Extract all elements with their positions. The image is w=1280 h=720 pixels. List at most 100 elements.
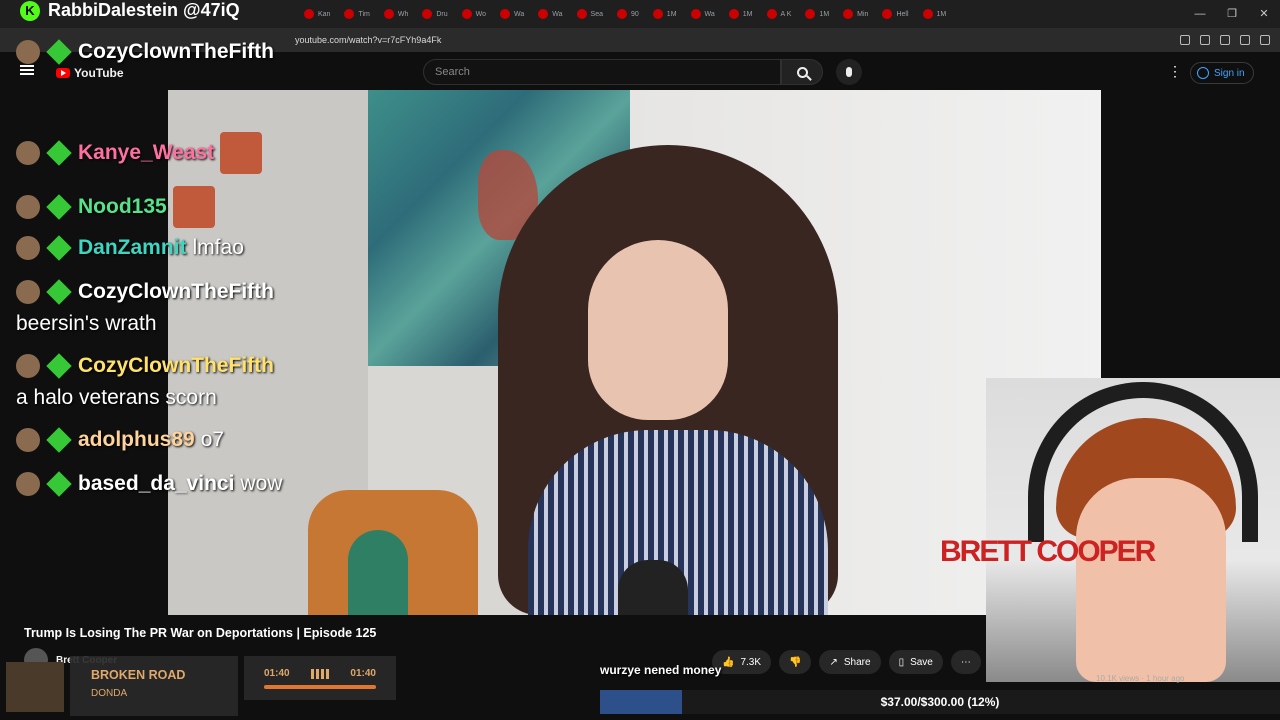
browser-tab[interactable]: Kan <box>300 3 334 25</box>
menu-icon[interactable] <box>20 65 34 75</box>
chat-username: Nood135 <box>78 195 167 218</box>
tab-favicon-icon <box>690 9 701 19</box>
browser-tab[interactable]: Wa <box>534 3 566 25</box>
tab-label: 90 <box>631 10 639 18</box>
album-art <box>6 662 64 712</box>
chat-message: DanZamnit lmfao <box>16 235 244 261</box>
tab-favicon-icon <box>304 9 314 19</box>
like-count: 7.3K <box>740 656 762 668</box>
more-actions-button[interactable]: ⋯ <box>950 650 981 674</box>
share-button[interactable]: ↗ Share <box>819 650 881 674</box>
chat-message: adolphus89 o7 <box>16 427 224 453</box>
video-title: Trump Is Losing The PR War on Deportatio… <box>24 626 377 640</box>
thumbs-down-icon: 👎 <box>789 656 802 668</box>
chat-avatar <box>16 280 40 304</box>
playback-progress-bar <box>264 685 376 689</box>
tab-label: Wh <box>397 10 409 18</box>
extension-icon[interactable] <box>1180 35 1190 45</box>
share-label: Share <box>843 656 871 668</box>
extension-icon[interactable] <box>1260 35 1270 45</box>
tab-label: 1M <box>666 10 677 18</box>
more-icon: ⋯ <box>960 656 971 668</box>
host-face <box>588 240 728 420</box>
minimize-button[interactable]: — <box>1184 0 1216 28</box>
subscriber-badge-icon <box>46 471 72 497</box>
donation-goal-text: $37.00/$300.00 (12%) <box>880 695 1000 709</box>
browser-tab[interactable]: Sea <box>573 3 607 25</box>
search-button[interactable] <box>781 59 823 85</box>
tab-favicon-icon <box>617 9 627 19</box>
chat-username: CozyClownTheFifth <box>78 280 274 303</box>
youtube-logo[interactable]: YouTube <box>56 66 124 80</box>
tab-label: Dru <box>436 10 448 18</box>
browser-tab[interactable]: 1M <box>649 3 681 25</box>
account-icon <box>1197 67 1209 79</box>
voice-search-button[interactable] <box>836 59 862 85</box>
chat-avatar <box>16 428 40 452</box>
chat-message: Kanye_Weast <box>16 132 263 174</box>
chat-message-text: wow <box>240 472 283 495</box>
chat-message: based_da_vinci wow <box>16 471 283 497</box>
tab-favicon-icon <box>882 9 893 19</box>
maximize-button[interactable]: ❐ <box>1216 0 1248 28</box>
subscriber-badge-icon <box>46 427 72 453</box>
browser-tab[interactable]: Wo <box>458 3 490 25</box>
browser-tab[interactable]: Min <box>839 3 872 25</box>
browser-tab[interactable]: Tim <box>340 3 373 25</box>
extension-icon[interactable] <box>1240 35 1250 45</box>
browser-tab[interactable]: Wh <box>380 3 413 25</box>
save-label: Save <box>910 656 933 668</box>
donation-goal-bar: $37.00/$300.00 (12%) <box>600 690 1280 714</box>
chat-avatar <box>16 141 40 165</box>
tab-favicon-icon <box>344 9 355 19</box>
bookmark-icon: ▯ <box>898 656 905 668</box>
browser-tab[interactable]: Wa <box>496 3 528 25</box>
sign-in-button[interactable]: Sign in <box>1190 62 1254 84</box>
subscriber-badge-icon <box>46 235 72 261</box>
tab-label: Wa <box>514 10 525 18</box>
chat-username: DanZamnit <box>78 236 187 259</box>
chat-username: adolphus89 <box>78 428 195 451</box>
browser-tab[interactable]: 1M <box>919 3 951 25</box>
elapsed-time: 01:40 <box>264 668 290 679</box>
save-button[interactable]: ▯ Save <box>888 650 943 674</box>
url-field[interactable]: youtube.com/watch?v=r7cFYh9a4Fk <box>295 35 441 45</box>
brett-cooper-watermark: BRETT COOPER <box>940 535 1156 568</box>
chat-message-text: beersin's wrath <box>16 312 157 335</box>
browser-tab[interactable]: Wa <box>687 3 719 25</box>
chat-message-text: a halo veterans scorn <box>16 386 217 409</box>
browser-tab[interactable]: A K <box>763 3 796 25</box>
search-icon <box>796 66 808 78</box>
more-options-icon[interactable]: ⋮ <box>1168 64 1182 78</box>
podcast-microphone <box>618 560 688 615</box>
chat-username: based_da_vinci <box>78 472 235 495</box>
chat-message: CozyClownTheFifth <box>16 279 274 305</box>
browser-tab[interactable]: 1M <box>725 3 757 25</box>
extension-icon[interactable] <box>1220 35 1230 45</box>
tab-favicon-icon <box>922 9 933 19</box>
browser-tab[interactable]: 1M <box>801 3 833 25</box>
chat-username: CozyClownTheFifth <box>78 354 274 377</box>
plant <box>348 530 408 615</box>
browser-tab[interactable]: 90 <box>613 3 643 25</box>
subscriber-badge-icon <box>46 353 72 379</box>
subscriber-badge-icon <box>46 279 72 305</box>
subscriber-badge-icon <box>46 194 72 220</box>
tab-label: 1M <box>936 10 947 18</box>
subscriber-badge-icon <box>46 39 72 65</box>
extension-icon[interactable] <box>1200 35 1210 45</box>
tab-favicon-icon <box>843 9 854 19</box>
browser-tab[interactable]: Dru <box>418 3 451 25</box>
dislike-button[interactable]: 👎 <box>779 650 812 674</box>
now-playing-widget: BROKEN ROAD DONDA <box>70 656 238 716</box>
sign-in-label: Sign in <box>1214 67 1245 79</box>
tab-label: Wo <box>475 10 487 18</box>
tab-favicon-icon <box>652 9 663 19</box>
close-window-button[interactable]: ✕ <box>1248 0 1280 28</box>
video-meta: 10.1K views · 1 hour ago <box>1096 674 1185 683</box>
stream-overlay-title: K RabbiDalestein @47iQ <box>20 0 240 21</box>
search-input[interactable]: Search <box>423 59 781 85</box>
browser-tab[interactable]: Hell <box>878 3 912 25</box>
tab-label: 1M <box>742 10 753 18</box>
tab-favicon-icon <box>422 9 433 19</box>
